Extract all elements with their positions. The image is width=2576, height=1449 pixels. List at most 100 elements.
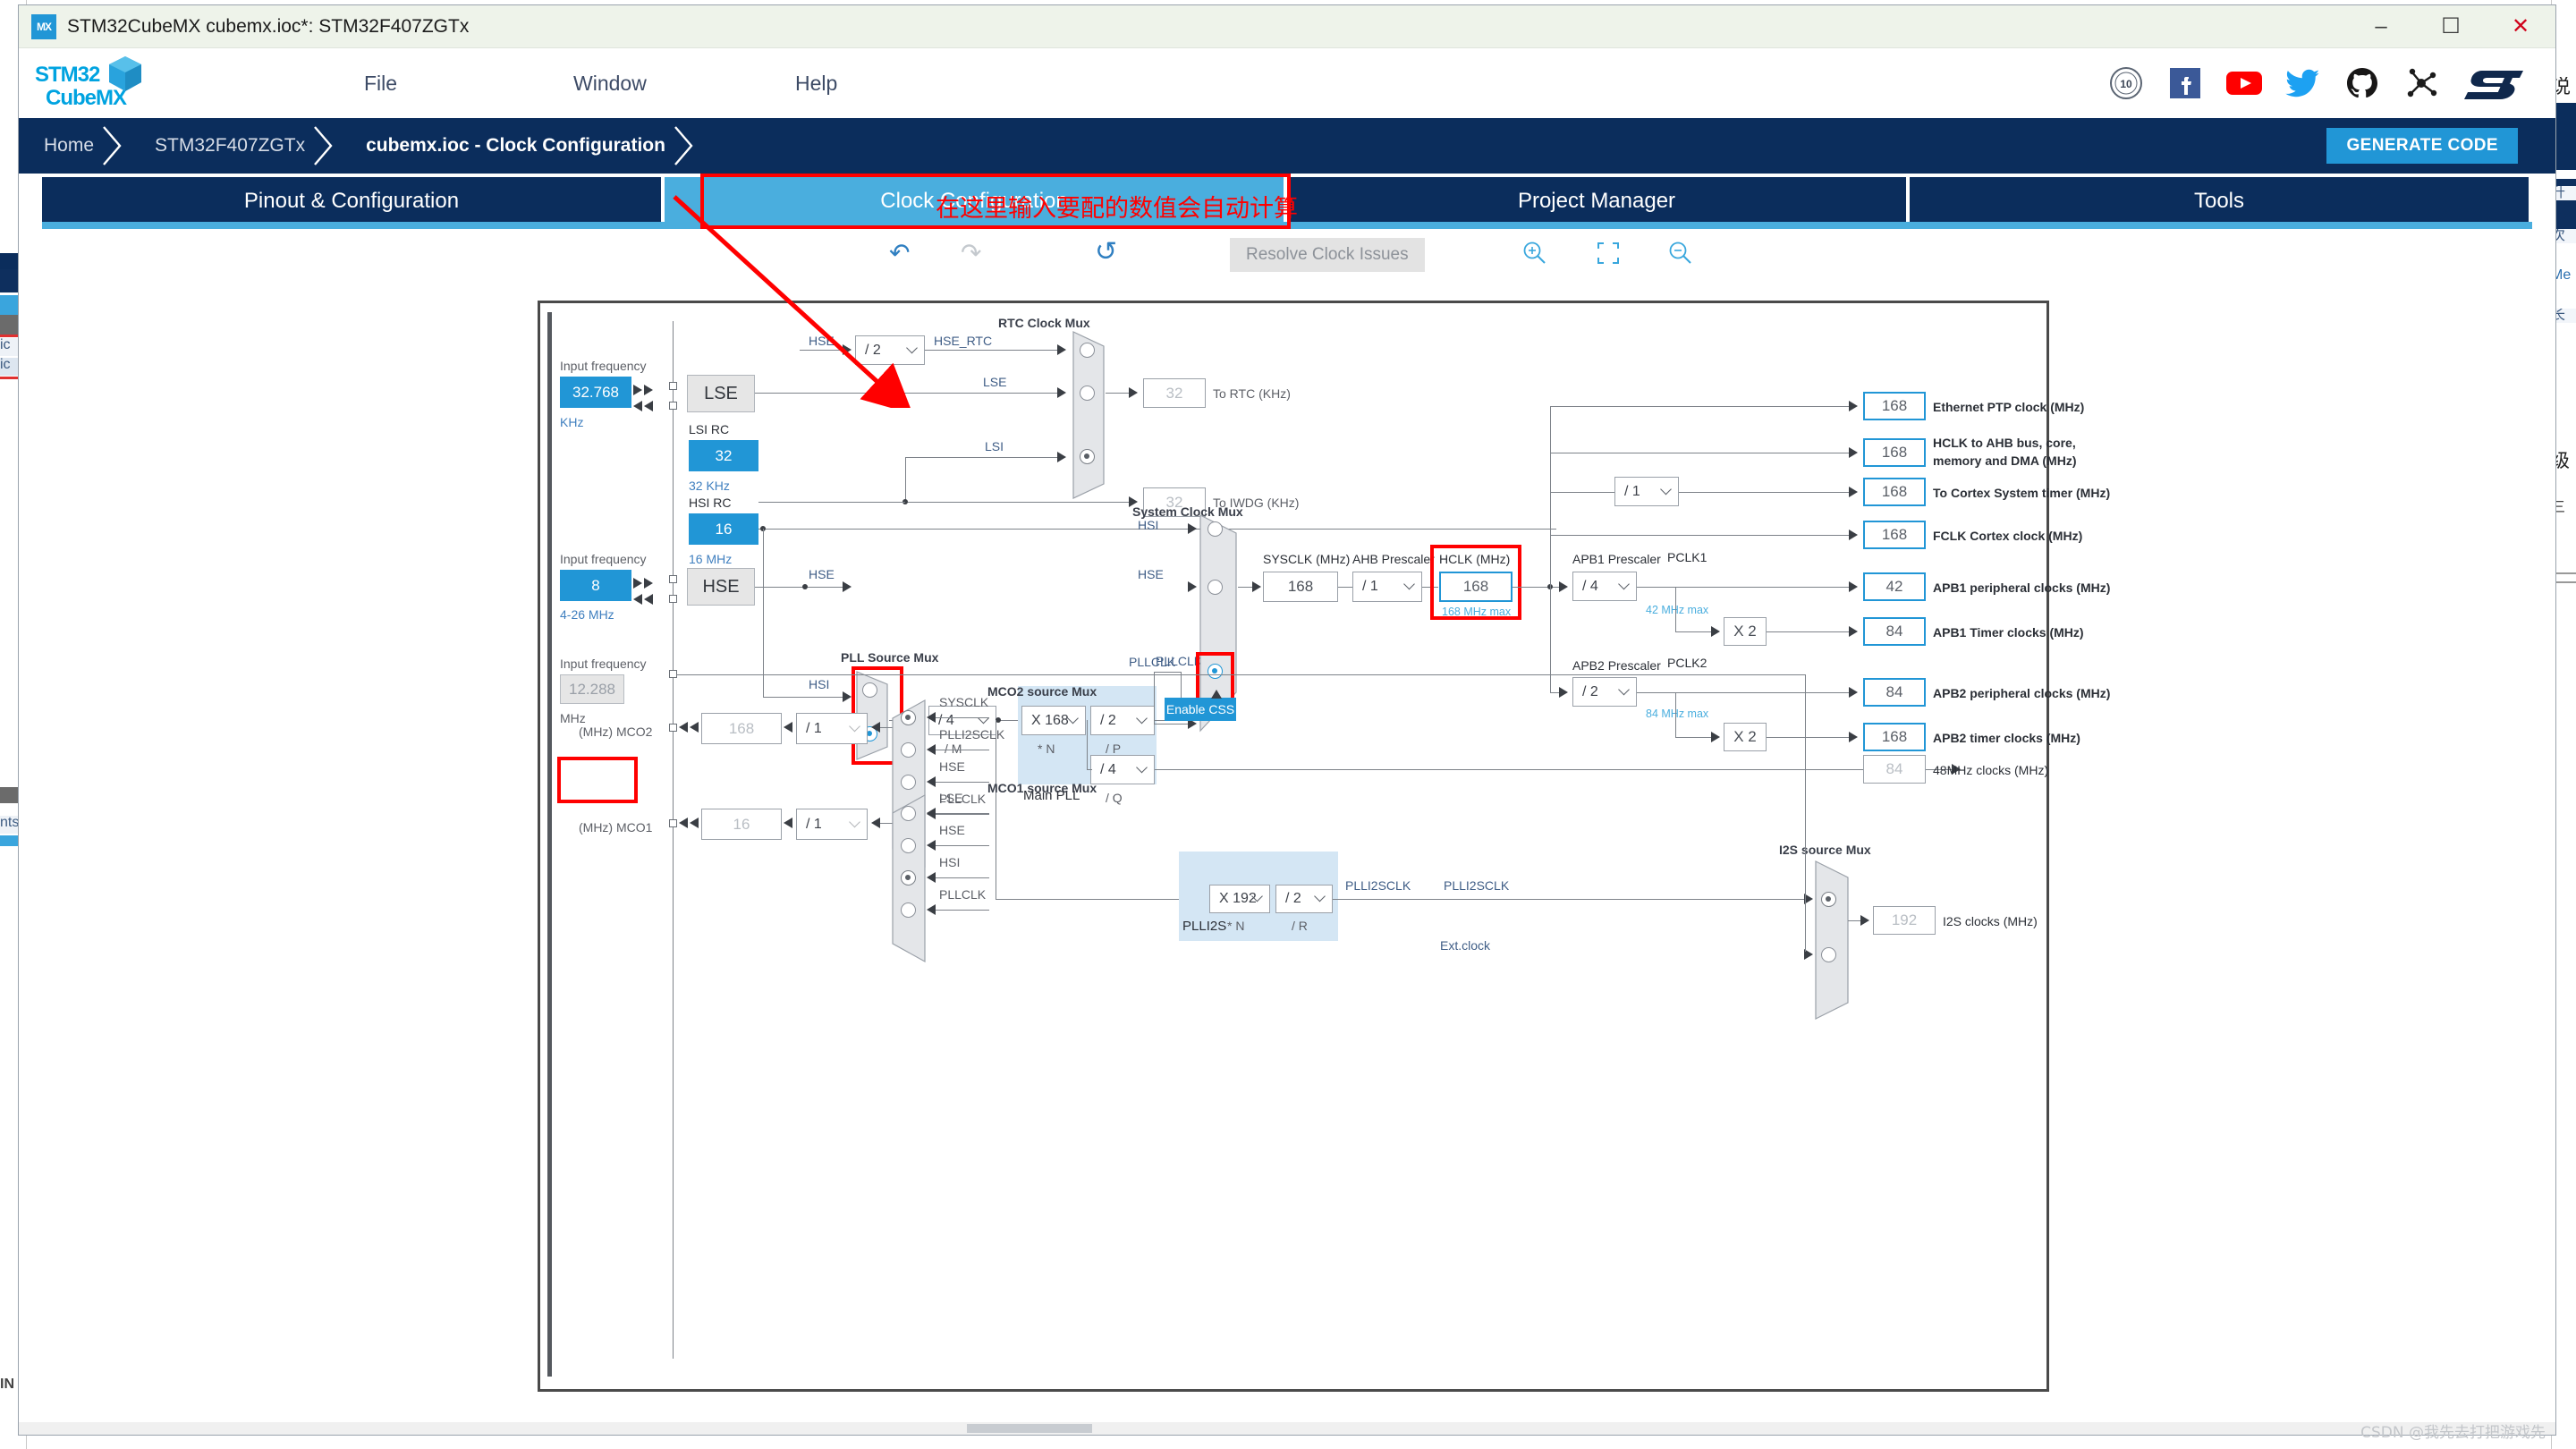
enable-css-button[interactable]: Enable CSS: [1165, 698, 1236, 721]
mco2-source-sysclk-label: SYSCLK: [939, 695, 989, 709]
twitter-icon[interactable]: [2284, 64, 2323, 103]
hsi-to-pllmux-line: [763, 697, 845, 699]
mco1-radio-hsi[interactable]: [901, 870, 916, 886]
ahb-out-line: [1422, 587, 1438, 589]
youtube-icon[interactable]: [2224, 64, 2264, 103]
lse-input-frequency-field[interactable]: 32.768: [560, 377, 631, 408]
generate-code-button[interactable]: GENERATE CODE: [2326, 128, 2518, 164]
mco1-radio-hse[interactable]: [901, 838, 916, 853]
lse-source-box[interactable]: LSE: [687, 375, 755, 412]
rtc-mux-radio-lse[interactable]: [1080, 386, 1095, 401]
scrollbar-thumb[interactable]: [967, 1424, 1092, 1433]
plli2s-n-select[interactable]: X 192: [1209, 885, 1270, 913]
mco1-radio-lse[interactable]: [901, 806, 916, 821]
plli2s-n-value: X 192: [1219, 891, 1257, 906]
apb1-prescaler-label: APB1 Prescaler: [1572, 552, 1661, 566]
st-logo-icon[interactable]: [2461, 64, 2529, 103]
i2smux-radio-plli2sclk[interactable]: [1821, 892, 1836, 907]
apb2-timer-multiplier: X 2: [1724, 723, 1767, 751]
pll-p-divider-select[interactable]: / 2: [1090, 706, 1155, 735]
hse-out-line: [755, 587, 843, 589]
tab-pinout-configuration[interactable]: Pinout & Configuration: [42, 177, 661, 225]
lse-arrow-out: [633, 385, 642, 395]
pclk2-branch-h: [1675, 737, 1713, 739]
pll-q-divider-select[interactable]: / 4: [1090, 755, 1155, 784]
sysmux-radio-hsi[interactable]: [1208, 521, 1223, 537]
maximize-button[interactable]: ☐: [2416, 5, 2486, 48]
window-title: STM32CubeMX cubemx.ioc*: STM32F407ZGTx: [67, 15, 470, 37]
breadcrumb-home[interactable]: Home: [19, 118, 124, 174]
minimize-button[interactable]: –: [2346, 5, 2416, 48]
github-icon[interactable]: [2343, 64, 2382, 103]
rtc-mux-radio-lsi[interactable]: [1080, 449, 1095, 464]
ahb-prescaler-select[interactable]: / 1: [1352, 572, 1422, 602]
output-apb1-timer-label: APB1 Timer clocks (MHz): [1933, 625, 2084, 640]
i2s-source-mux-body[interactable]: [1814, 860, 1850, 1021]
breadcrumb-mcu[interactable]: STM32F407ZGTx: [124, 118, 335, 174]
breadcrumb-current[interactable]: cubemx.ioc - Clock Configuration: [335, 118, 696, 174]
reset-icon[interactable]: ↺: [1095, 236, 1117, 267]
lsi-rc-title: LSI RC: [689, 422, 730, 436]
cortex-systick-prescaler-select[interactable]: / 1: [1614, 477, 1679, 506]
social-links: 10: [2106, 64, 2529, 103]
eth-ptp-line: [1550, 406, 1851, 408]
mco2-divider-select[interactable]: / 1: [796, 713, 868, 744]
pllclk-top: [1154, 672, 1182, 674]
sysmux-radio-hse[interactable]: [1208, 580, 1223, 595]
mco1-divider-select[interactable]: / 1: [796, 809, 868, 840]
pll-q-out-line: [1155, 769, 1953, 771]
rtc-mux-radio-hse[interactable]: [1080, 343, 1095, 358]
mco2-radio-hse[interactable]: [901, 775, 916, 790]
plli2s-r-select[interactable]: / 2: [1275, 885, 1333, 913]
menu-window[interactable]: Window: [573, 72, 647, 96]
rtc-lse-label: LSE: [983, 375, 1007, 389]
breadcrumb: Home STM32F407ZGTx cubemx.ioc - Clock Co…: [19, 118, 2555, 174]
i2smux-radio-extclock[interactable]: [1821, 947, 1836, 962]
lse-pin-port-in: [669, 382, 677, 390]
clock-tree-diagram[interactable]: Input frequency 32.768 KHz LSE RTC Clock…: [538, 301, 2110, 1392]
redo-icon[interactable]: ↷: [961, 238, 981, 267]
community-icon[interactable]: [2402, 64, 2441, 103]
mco2-source-hse-label: HSE: [939, 759, 965, 774]
close-button[interactable]: ✕: [2486, 5, 2555, 48]
mco2-radio-plli2sclk[interactable]: [901, 742, 916, 758]
anniversary-10-icon[interactable]: 10: [2106, 64, 2146, 103]
menu-file[interactable]: File: [364, 72, 397, 96]
hse-pin-port-in: [669, 575, 677, 583]
sysclk-label: SYSCLK (MHz): [1263, 552, 1351, 566]
resolve-clock-issues-button[interactable]: Resolve Clock Issues: [1230, 238, 1425, 272]
hclk-field[interactable]: 168: [1439, 572, 1513, 602]
zoom-in-icon[interactable]: [1521, 240, 1548, 273]
chevron-down-icon: [1136, 761, 1148, 773]
output-fclk-field: 168: [1863, 521, 1926, 549]
chevron-right-icon: [103, 126, 122, 165]
pclk1-line: [1637, 587, 1851, 589]
pll-n-multiplier-select[interactable]: X 168: [1021, 706, 1086, 735]
hclk-ahb-arrow: [1849, 447, 1858, 458]
hse-input-frequency-field[interactable]: 8: [560, 570, 631, 601]
apb1-prescaler-select[interactable]: / 4: [1572, 572, 1637, 601]
hse-source-box[interactable]: HSE: [687, 568, 755, 606]
fit-to-screen-icon[interactable]: [1595, 240, 1622, 273]
hsi-value-field: 16: [689, 513, 758, 545]
left-bus: [547, 312, 552, 1377]
zoom-out-icon[interactable]: [1667, 240, 1694, 273]
title-bar: MX STM32CubeMX cubemx.ioc*: STM32F407ZGT…: [19, 5, 2555, 48]
menu-help[interactable]: Help: [795, 72, 837, 96]
tab-tools[interactable]: Tools: [1910, 177, 2529, 225]
hclk-max-note: 168 MHz max: [1442, 606, 1512, 618]
sysmux-radio-pllclk[interactable]: [1208, 664, 1223, 679]
facebook-icon[interactable]: [2165, 64, 2205, 103]
pll-mux-radio-hsi[interactable]: [862, 682, 877, 698]
tab-project-manager[interactable]: Project Manager: [1287, 177, 1906, 225]
rtc-hse-divider-select[interactable]: / 2: [855, 335, 925, 365]
apb2-prescaler-select[interactable]: / 2: [1572, 677, 1637, 707]
sysclk-field: 168: [1263, 572, 1338, 602]
mco2-radio-sysclk[interactable]: [901, 710, 916, 725]
apb1-prescaler-value: / 4: [1582, 578, 1598, 594]
undo-icon[interactable]: ↶: [889, 238, 910, 267]
horizontal-scrollbar[interactable]: [19, 1422, 2555, 1435]
sysmux-hsi-label: HSI: [1138, 518, 1159, 532]
mco1-mux-arrow: [871, 818, 880, 828]
mco1-radio-pllclk[interactable]: [901, 902, 916, 918]
